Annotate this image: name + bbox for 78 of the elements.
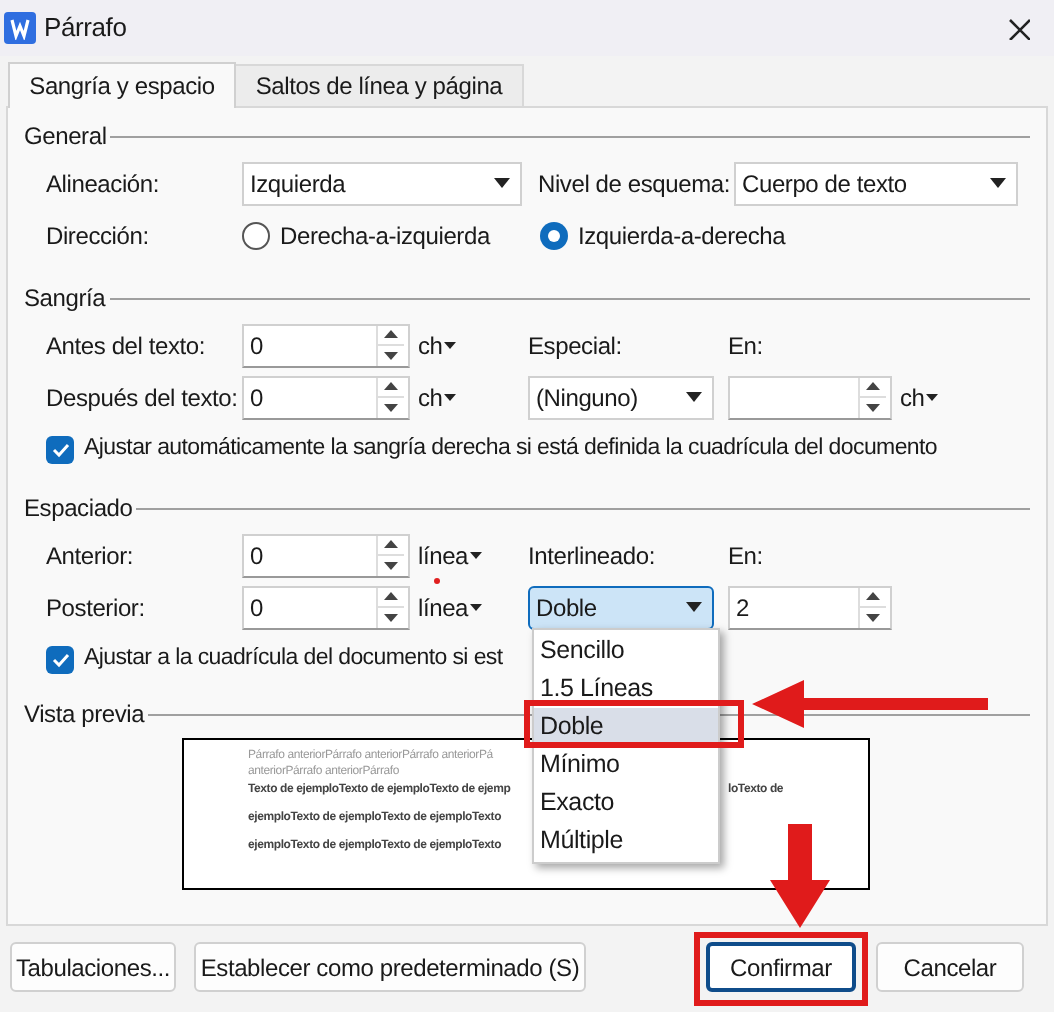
- radio-button[interactable]: Derecha-a-izquierda: [242, 217, 540, 253]
- checkbox[interactable]: [46, 436, 74, 464]
- tab[interactable]: Saltos de línea y página: [236, 64, 524, 106]
- dialog-button[interactable]: Tabulaciones...: [10, 942, 176, 992]
- spin-down-icon[interactable]: [384, 561, 398, 570]
- unit-dropdown[interactable]: línea: [418, 537, 528, 573]
- checkbox[interactable]: [46, 646, 74, 674]
- number-field[interactable]: 0: [242, 323, 410, 367]
- unit-dropdown[interactable]: ch: [418, 379, 528, 415]
- field-label: Posterior:: [46, 591, 147, 625]
- dropdown-option[interactable]: Sencillo: [534, 632, 718, 670]
- caret-icon: [444, 341, 457, 349]
- field-label: Especial:: [528, 329, 624, 363]
- spin-down-icon[interactable]: [866, 613, 880, 622]
- spin-up-icon[interactable]: [384, 592, 398, 601]
- app-logo-icon: [4, 12, 36, 44]
- field-label: Interlineado:: [528, 539, 657, 573]
- field-label: En:: [728, 539, 763, 573]
- number-field[interactable]: 0: [242, 375, 410, 419]
- dialog-button[interactable]: Cancelar: [876, 942, 1024, 992]
- unit-dropdown[interactable]: ch: [900, 379, 939, 415]
- field-label: Después del texto:: [46, 381, 240, 415]
- dropdown-value: (Ninguno): [536, 381, 640, 415]
- caret-icon: [926, 393, 939, 401]
- spin-down-icon[interactable]: [384, 403, 398, 412]
- section-heading: Vista previa: [24, 698, 147, 732]
- dropdown-value: Doble: [536, 591, 599, 625]
- field-label: Nivel de esquema:: [538, 167, 732, 201]
- dropdown-option[interactable]: Múltiple: [534, 822, 718, 860]
- unit-dropdown[interactable]: línea: [418, 589, 528, 625]
- spin-up-icon[interactable]: [384, 382, 398, 391]
- section-heading: Sangría: [24, 282, 108, 316]
- field-label: Alineación:: [46, 167, 162, 201]
- dialog-button[interactable]: Confirmar: [706, 942, 856, 992]
- caret-icon: [494, 178, 510, 188]
- dropdown-option[interactable]: 1.5 Líneas: [534, 670, 718, 708]
- spin-up-icon[interactable]: [384, 540, 398, 549]
- dropdown-value: Izquierda: [250, 167, 348, 201]
- dropdown-option[interactable]: Mínimo: [534, 746, 718, 784]
- spin-down-icon[interactable]: [384, 351, 398, 360]
- spin-down-icon[interactable]: [866, 403, 880, 412]
- dropdown[interactable]: Izquierda: [242, 161, 522, 205]
- caret-icon: [990, 178, 1006, 188]
- check-icon: [49, 440, 71, 460]
- caret-icon: [470, 603, 483, 611]
- close-icon[interactable]: [1006, 16, 1030, 40]
- dropdown[interactable]: Doble: [528, 585, 714, 629]
- spin-up-icon[interactable]: [866, 592, 880, 601]
- check-icon: [49, 650, 71, 670]
- number-field[interactable]: 0: [242, 585, 410, 629]
- caret-icon: [444, 393, 457, 401]
- caret-icon: [470, 551, 483, 559]
- radio-button[interactable]: Izquierda-a-derecha: [540, 217, 786, 253]
- spin-up-icon[interactable]: [866, 382, 880, 391]
- field-label: En:: [728, 329, 763, 363]
- dropdown[interactable]: (Ninguno): [528, 375, 714, 419]
- section-heading: Espaciado: [24, 492, 135, 526]
- window-title: Párrafo: [44, 10, 127, 47]
- caret-icon: [686, 602, 702, 612]
- number-field[interactable]: 0: [242, 533, 410, 577]
- caret-icon: [686, 392, 702, 402]
- dialog-button[interactable]: Establecer como predeterminado (S): [194, 942, 586, 992]
- checkbox-label: Ajustar a la cuadrícula del documento si est: [84, 644, 503, 675]
- number-field[interactable]: [728, 375, 892, 419]
- spin-down-icon[interactable]: [384, 613, 398, 622]
- field-label: Anterior:: [46, 539, 136, 573]
- spin-up-icon[interactable]: [384, 330, 398, 339]
- unit-dropdown[interactable]: ch: [418, 327, 528, 363]
- checkbox-label: Ajustar automáticamente la sangría derecha si está definida la cuadrícula del documento: [84, 434, 938, 465]
- field-label: Antes del texto:: [46, 329, 208, 363]
- dropdown[interactable]: Cuerpo de texto: [734, 161, 1018, 205]
- field-label: Dirección:: [46, 219, 151, 253]
- tab[interactable]: Sangría y espacio: [8, 62, 236, 108]
- arrow-icon: [752, 678, 988, 730]
- dropdown-option[interactable]: Exacto: [534, 784, 718, 822]
- dropdown-value: Cuerpo de texto: [742, 167, 909, 201]
- section-heading: General: [24, 120, 109, 154]
- number-field[interactable]: 2: [728, 585, 892, 629]
